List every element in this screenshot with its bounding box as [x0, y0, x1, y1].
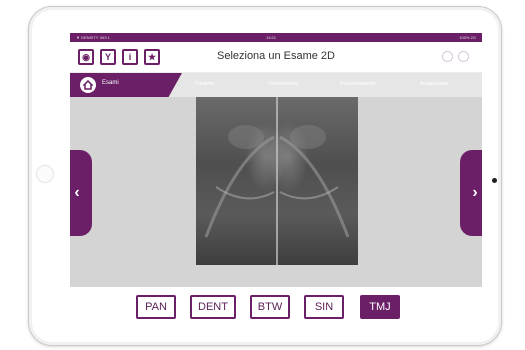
camera-dot [492, 178, 497, 183]
next-button[interactable]: › [460, 150, 482, 236]
image-viewer: ‹ › [70, 97, 482, 287]
page-title: Seleziona un Esame 2D [216, 50, 335, 62]
tab-acquisition[interactable]: Acquisizione [420, 81, 448, 87]
tab-positioning[interactable]: Posizionamento [340, 81, 376, 87]
exam-dent-button[interactable]: DENT [190, 295, 236, 319]
tab-exams-label: Esami [102, 80, 119, 86]
exam-btw-button[interactable]: BTW [250, 295, 290, 319]
status-time: 13:21 [266, 35, 277, 40]
xray-divider [276, 97, 278, 265]
tab-orientation[interactable]: Orientamento [268, 81, 298, 87]
chevron-right-icon: › [472, 184, 478, 201]
device-home-button[interactable] [36, 165, 54, 183]
chevron-left-icon: ‹ [74, 184, 80, 201]
status-bar: ▼ DENSITY X63 1 13:21 100% 2G [70, 33, 482, 42]
exam-pan-button[interactable]: PAN [136, 295, 176, 319]
exam-tmj-button[interactable]: TMJ [360, 295, 400, 319]
tmj-xray-preview [196, 97, 358, 265]
status-indicator-1 [442, 51, 453, 62]
exam-type-bar: PAN DENT BTW SIN TMJ [70, 287, 482, 325]
tab-exams[interactable]: Esami [70, 73, 182, 97]
tab-patient[interactable]: Paziente [195, 81, 214, 87]
status-indicator-2 [458, 51, 469, 62]
app-screen: ▼ DENSITY X63 1 13:21 100% 2G ◉ Y i ★ Se… [70, 33, 482, 325]
exam-sin-button[interactable]: SIN [304, 295, 344, 319]
status-carrier: ▼ DENSITY X63 1 [76, 35, 110, 40]
status-battery: 100% 2G [459, 35, 476, 40]
workflow-nav: Esami Paziente Orientamento Posizionamen… [70, 73, 482, 97]
home-icon [80, 77, 96, 93]
previous-button[interactable]: ‹ [70, 150, 92, 236]
toolbar: ◉ Y i ★ Seleziona un Esame 2D [70, 42, 482, 73]
